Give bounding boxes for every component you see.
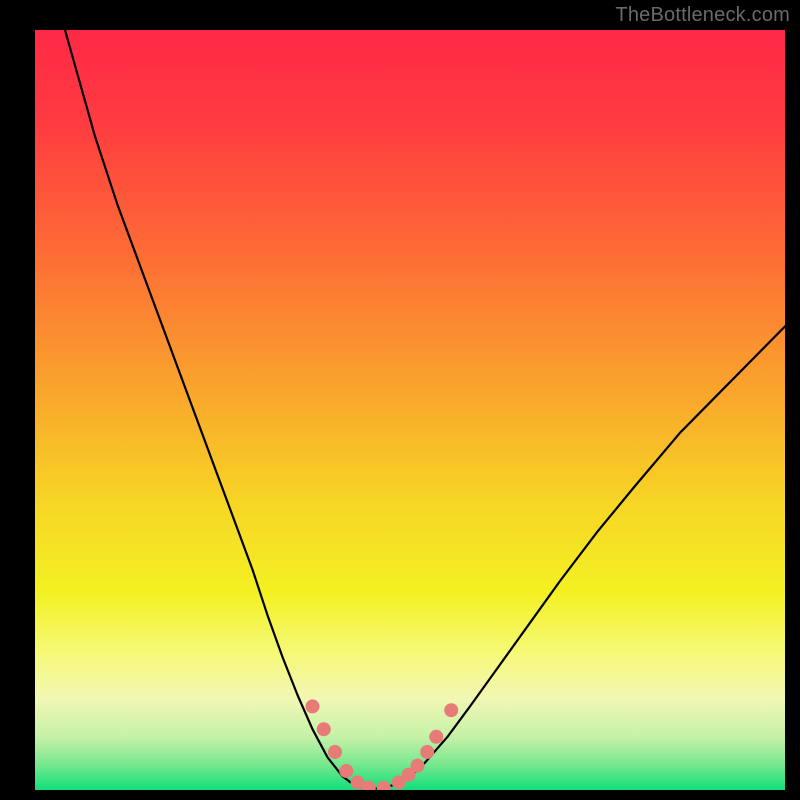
gradient-background (35, 30, 785, 790)
bottleneck-marker (306, 699, 320, 713)
bottleneck-marker (429, 730, 443, 744)
watermark-text: TheBottleneck.com (615, 4, 790, 27)
bottleneck-marker (377, 781, 391, 795)
bottleneck-marker (317, 722, 331, 736)
bottleneck-marker (420, 745, 434, 759)
bottleneck-marker (328, 745, 342, 759)
bottleneck-marker (362, 781, 376, 795)
bottleneck-marker (339, 764, 353, 778)
chart-stage: TheBottleneck.com (0, 0, 800, 800)
bottleneck-marker (411, 759, 425, 773)
bottleneck-marker (444, 703, 458, 717)
bottleneck-chart (0, 0, 800, 800)
